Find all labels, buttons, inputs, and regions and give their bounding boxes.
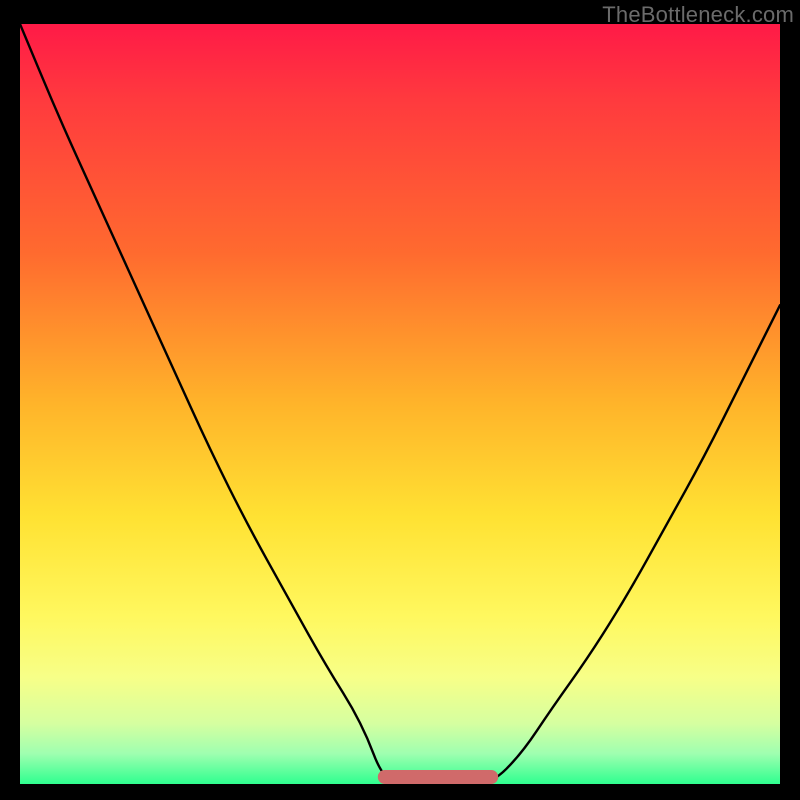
- curve-layer: [20, 24, 780, 784]
- bottleneck-curve: [20, 24, 780, 784]
- chart-stage: TheBottleneck.com: [0, 0, 800, 800]
- plot-area: [20, 24, 780, 784]
